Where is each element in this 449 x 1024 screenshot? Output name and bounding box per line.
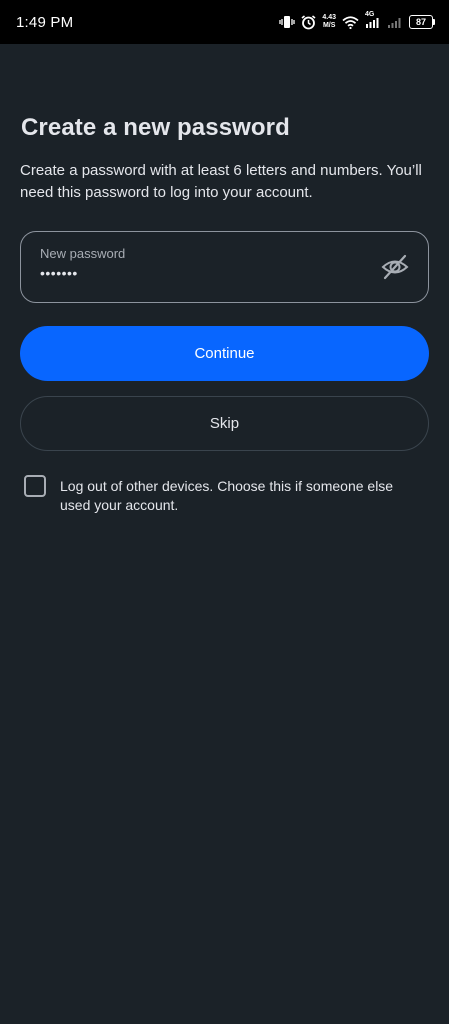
create-password-page: Create a new password Create a password …	[0, 44, 449, 1024]
network-speed-unit: M/S	[322, 22, 336, 29]
page-description: Create a password with at least 6 letter…	[20, 162, 422, 201]
wifi-icon	[342, 15, 359, 29]
vibrate-icon	[279, 16, 296, 28]
battery-tip	[433, 19, 435, 25]
network-speed-value: 4.43	[322, 14, 336, 21]
skip-button[interactable]: Skip	[20, 396, 429, 451]
new-password-field[interactable]: New password •••••••	[20, 231, 429, 303]
new-password-label: New password	[40, 246, 126, 261]
continue-button[interactable]: Continue	[20, 326, 429, 381]
status-bar: 1:49 PM 4.43 M/S 4G 87	[0, 0, 449, 44]
alarm-icon	[301, 14, 316, 29]
logout-devices-checkbox[interactable]	[24, 475, 46, 497]
network-type: 4G	[365, 11, 375, 18]
status-icons: 4.43 M/S 4G 87	[279, 11, 435, 30]
battery-indicator: 87	[409, 15, 435, 29]
logout-devices-label[interactable]: Log out of other devices. Choose this if…	[60, 477, 420, 515]
new-password-input[interactable]: •••••••	[40, 265, 78, 281]
status-time: 1:49 PM	[16, 13, 74, 31]
page-title: Create a new password	[21, 114, 290, 141]
cellular-signal: 4G	[365, 11, 381, 30]
signal-icon-2	[388, 18, 401, 28]
network-speed: 4.43 M/S	[322, 14, 336, 30]
battery-level: 87	[409, 15, 433, 29]
eye-slash-icon[interactable]	[380, 253, 410, 281]
